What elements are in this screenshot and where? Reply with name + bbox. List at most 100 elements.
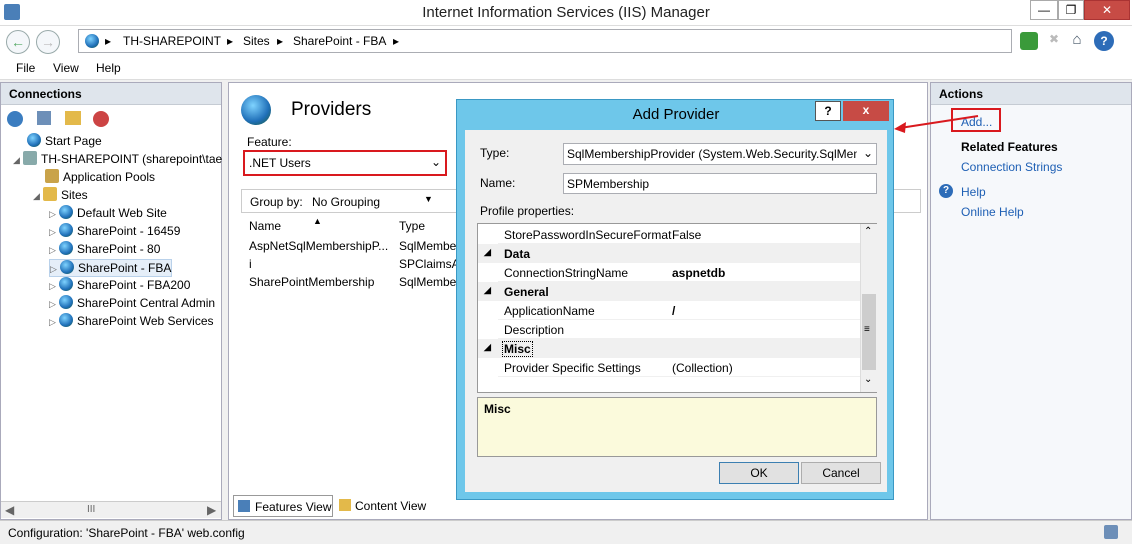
connections-panel: Connections Start Page ◢ TH-SHAREPOINT (s…: [0, 82, 222, 520]
forward-button[interactable]: →: [36, 30, 60, 54]
scroll-up-icon[interactable]: ⌃: [864, 226, 872, 237]
scroll-left-icon[interactable]: ◀: [5, 503, 14, 517]
scroll-right-icon[interactable]: ▶: [207, 503, 216, 517]
ok-button[interactable]: OK: [719, 462, 799, 484]
breadcrumb-site[interactable]: SharePoint - FBA: [293, 34, 386, 48]
dialog-close-button[interactable]: x: [843, 101, 889, 121]
title-bar: Internet Information Services (IIS) Mana…: [0, 0, 1132, 26]
tree-item-app-pools[interactable]: Application Pools: [45, 169, 155, 187]
status-bar: Configuration: 'SharePoint - FBA' web.co…: [0, 520, 1132, 544]
tree-item-server[interactable]: ◢ TH-SHAREPOINT (sharepoint\tae: [13, 151, 222, 169]
collapse-arrow-icon[interactable]: ◢: [484, 247, 491, 258]
connect-icon[interactable]: [7, 111, 23, 127]
scroll-thumb[interactable]: III: [87, 504, 95, 515]
expand-arrow-icon[interactable]: ▷: [49, 245, 59, 256]
expand-arrow-icon[interactable]: ▷: [49, 281, 59, 292]
profile-properties-label: Profile properties:: [480, 204, 575, 218]
grid-category-general[interactable]: ◢ General: [478, 282, 860, 301]
start-page-icon: [27, 133, 41, 147]
sort-up-icon: ▲: [313, 216, 322, 226]
horizontal-scrollbar[interactable]: ◀ III ▶: [1, 501, 221, 518]
collapse-arrow-icon[interactable]: ◢: [484, 285, 491, 296]
tree-item-sites[interactable]: ◢ Sites: [33, 187, 88, 205]
help-icon[interactable]: ?: [1094, 31, 1114, 51]
stop-icon[interactable]: ✖: [1045, 32, 1063, 50]
close-button[interactable]: ✕: [1084, 0, 1130, 20]
back-button[interactable]: ←: [6, 30, 30, 54]
tree-item-site-selected[interactable]: ▷ SharePoint - FBA: [49, 259, 173, 277]
cancel-button[interactable]: Cancel: [801, 462, 881, 484]
name-label: Name:: [480, 176, 516, 190]
expand-arrow-icon[interactable]: ▷: [49, 209, 59, 220]
app-pools-icon: [45, 169, 59, 183]
grid-row-store-password[interactable]: StorePasswordInSecureFormat False: [498, 225, 860, 244]
save-icon[interactable]: [37, 111, 51, 125]
connection-strings-link[interactable]: Connection Strings: [961, 160, 1062, 174]
related-features-heading: Related Features: [961, 140, 1058, 154]
col-header-name[interactable]: Name: [249, 219, 281, 233]
globe-icon: [85, 34, 99, 48]
disconnect-icon[interactable]: [93, 111, 109, 127]
server-icon: [23, 151, 37, 165]
collapse-arrow-icon[interactable]: ◢: [484, 342, 491, 353]
col-header-type[interactable]: Type: [399, 219, 425, 233]
scroll-down-icon[interactable]: ⌄: [864, 374, 872, 385]
expand-arrow-icon[interactable]: ▷: [49, 317, 59, 328]
property-description-box: Misc: [477, 397, 877, 457]
folder-up-icon[interactable]: [65, 111, 81, 125]
online-help-link[interactable]: Online Help: [961, 205, 1024, 219]
menu-file[interactable]: File: [16, 61, 35, 75]
tree-item-site[interactable]: ▷ SharePoint Central Admin: [49, 295, 215, 313]
grid-row-provider-settings[interactable]: Provider Specific Settings (Collection): [498, 358, 860, 377]
address-bar: ← → ▸ TH-SHAREPOINT ▸ Sites ▸ SharePoint…: [0, 26, 1132, 58]
status-text: Configuration: 'SharePoint - FBA' web.co…: [8, 526, 245, 540]
tree-item-start-page[interactable]: Start Page: [27, 133, 102, 151]
menu-help[interactable]: Help: [96, 61, 121, 75]
network-icon: [1104, 525, 1118, 539]
grid-row-description[interactable]: Description: [498, 320, 860, 339]
tree-item-site[interactable]: ▷ Default Web Site: [49, 205, 167, 223]
actions-panel: Actions Add... Related Features Connecti…: [930, 82, 1132, 520]
groupby-select[interactable]: No Grouping: [312, 195, 380, 209]
tree-item-site[interactable]: ▷ SharePoint Web Services: [49, 313, 214, 331]
feature-select[interactable]: .NET Users ⌄: [243, 150, 447, 176]
add-provider-dialog: Add Provider ? x Type: SqlMembershipProv…: [456, 99, 894, 500]
page-title: Providers: [291, 99, 372, 120]
connections-toolbar: [5, 109, 215, 129]
grid-row-application-name[interactable]: ApplicationName /: [498, 301, 860, 320]
maximize-button[interactable]: ❐: [1058, 0, 1084, 20]
name-input[interactable]: SPMembership: [563, 173, 877, 194]
dialog-help-button[interactable]: ?: [815, 101, 841, 121]
menu-view[interactable]: View: [53, 61, 79, 75]
breadcrumb-server[interactable]: TH-SHAREPOINT: [123, 34, 221, 48]
grid-vertical-scrollbar[interactable]: ⌃ ≡ ⌄: [860, 224, 877, 392]
help-icon: ?: [939, 184, 953, 198]
features-view-tab[interactable]: Features View: [233, 495, 333, 517]
type-select[interactable]: SqlMembershipProvider (System.Web.Securi…: [563, 143, 877, 165]
help-link[interactable]: Help: [961, 185, 986, 199]
expand-arrow-icon[interactable]: ▷: [50, 264, 60, 275]
content-view-icon: [339, 499, 351, 511]
window-title: Internet Information Services (IIS) Mana…: [422, 4, 710, 21]
collapse-arrow-icon[interactable]: ◢: [13, 155, 23, 166]
tree-item-site[interactable]: ▷ SharePoint - 80: [49, 241, 160, 259]
type-label: Type:: [480, 146, 510, 160]
expand-arrow-icon[interactable]: ▷: [49, 299, 59, 310]
breadcrumb-sites[interactable]: Sites: [243, 34, 270, 48]
refresh-icon[interactable]: [1020, 32, 1038, 50]
content-view-tab[interactable]: Content View: [337, 495, 437, 517]
grid-row-connection-string[interactable]: ConnectionStringName aspnetdb: [498, 263, 860, 282]
home-icon[interactable]: ⌂: [1068, 31, 1086, 49]
tree-item-site[interactable]: ▷ SharePoint - 16459: [49, 223, 180, 241]
minimize-button[interactable]: —: [1030, 0, 1058, 20]
scroll-thumb[interactable]: ≡: [862, 294, 876, 370]
globe-icon: [59, 241, 73, 255]
breadcrumb[interactable]: ▸ TH-SHAREPOINT ▸ Sites ▸ SharePoint - F…: [78, 29, 1012, 53]
chevron-down-icon[interactable]: ▼: [424, 194, 433, 204]
expand-arrow-icon[interactable]: ▷: [49, 227, 59, 238]
grid-category-data[interactable]: ◢ Data: [478, 244, 860, 263]
tree-item-site[interactable]: ▷ SharePoint - FBA200: [49, 277, 190, 295]
feature-label: Feature:: [247, 135, 292, 149]
collapse-arrow-icon[interactable]: ◢: [33, 191, 43, 202]
grid-category-misc[interactable]: ◢ Misc: [478, 339, 860, 358]
